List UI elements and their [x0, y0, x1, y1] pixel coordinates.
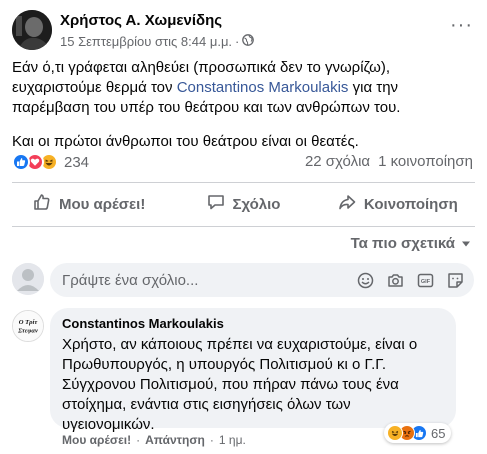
- sort-label: Τα πιο σχετικά: [350, 235, 455, 252]
- share-button[interactable]: Κοινοποίηση: [321, 186, 475, 222]
- like-button-label: Μου αρέσει!: [58, 195, 146, 213]
- meta-separator: ·: [235, 34, 240, 49]
- gif-icon[interactable]: GIF: [416, 271, 434, 289]
- reaction-count[interactable]: 234: [64, 154, 89, 171]
- post-body: Εάν ό,τι γράφεται αληθεύει (προσωπικά δε…: [12, 58, 452, 152]
- comment-reaction-count: 65: [431, 425, 446, 441]
- avatar-logo-line2: Στεφαν: [17, 328, 38, 335]
- camera-icon[interactable]: [386, 271, 404, 289]
- avatar-logo-line1: Ο Τρίτ: [19, 319, 39, 326]
- globe-icon: [242, 34, 255, 49]
- shares-count[interactable]: 1 κοινοποίηση: [378, 153, 473, 170]
- post-paragraph-2: Και οι πρώτοι άνθρωποι του θεάτρου είναι…: [12, 133, 359, 150]
- svg-text:GIF: GIF: [420, 279, 430, 285]
- author-avatar[interactable]: [12, 10, 52, 50]
- post-meta: 15 Σεπτεμβρίου στις 8:44 μ.μ. ·: [60, 34, 255, 49]
- reactions-summary[interactable]: 234: [12, 153, 89, 171]
- share-button-label: Κοινοποίηση: [363, 195, 458, 213]
- like-icon: [12, 153, 30, 171]
- commenter-avatar[interactable]: Ο Τρίτ Στεφαν: [12, 310, 44, 342]
- emoji-icon[interactable]: [356, 271, 374, 289]
- comment-text: Χρήστο, αν κάποιους πρέπει να ευχαριστού…: [62, 336, 418, 433]
- divider-bottom: [12, 226, 475, 227]
- comments-count[interactable]: 22 σχόλια: [305, 153, 370, 170]
- caret-down-icon: [461, 235, 471, 252]
- thumbs-up-icon: [33, 193, 51, 215]
- comment-reactions[interactable]: 65: [384, 423, 452, 443]
- comment-button-label: Σχόλιο: [232, 195, 281, 213]
- comment-reply-link[interactable]: Απάντηση: [145, 433, 205, 447]
- comment-button[interactable]: Σχόλιο: [166, 186, 320, 222]
- comment-composer[interactable]: GIF: [50, 263, 474, 297]
- post-author-name[interactable]: Χρήστος Α. Χωμενίδης: [60, 12, 222, 29]
- comment-actions: Μου αρέσει! · Απάντηση · 1 ημ.: [62, 433, 246, 447]
- haha-icon: [387, 425, 403, 441]
- post-date[interactable]: 15 Σεπτεμβρίου στις 8:44 μ.μ.: [60, 34, 232, 49]
- mention-link[interactable]: Constantinos Markoulakis: [177, 79, 349, 96]
- comment-bubble: Constantinos Markoulakis Χρήστο, αν κάπο…: [50, 308, 456, 433]
- comment-sort-dropdown[interactable]: Τα πιο σχετικά: [351, 235, 471, 252]
- post-action-bar: Μου αρέσει! Σχόλιο Κοινοποίηση: [12, 186, 475, 222]
- post-stats: 22 σχόλια 1 κοινοποίηση: [305, 153, 473, 170]
- composer-icons: GIF: [356, 271, 464, 289]
- comment-actions-separator: ·: [136, 433, 141, 447]
- like-button[interactable]: Μου αρέσει!: [12, 186, 166, 222]
- more-options-icon[interactable]: ···: [450, 14, 473, 37]
- comment-like-link[interactable]: Μου αρέσει!: [62, 433, 131, 447]
- comment-icon: [207, 193, 225, 215]
- sticker-icon[interactable]: [446, 271, 464, 289]
- post-paragraph-1: Εάν ό,τι γράφεται αληθεύει (προσωπικά δε…: [12, 59, 401, 116]
- share-icon: [338, 193, 356, 215]
- comment-actions-separator: ·: [209, 433, 214, 447]
- divider-top: [12, 182, 475, 183]
- comment-time[interactable]: 1 ημ.: [219, 433, 246, 447]
- current-user-avatar: [12, 263, 44, 295]
- comment-input[interactable]: [62, 271, 262, 289]
- commenter-name[interactable]: Constantinos Markoulakis: [62, 316, 444, 331]
